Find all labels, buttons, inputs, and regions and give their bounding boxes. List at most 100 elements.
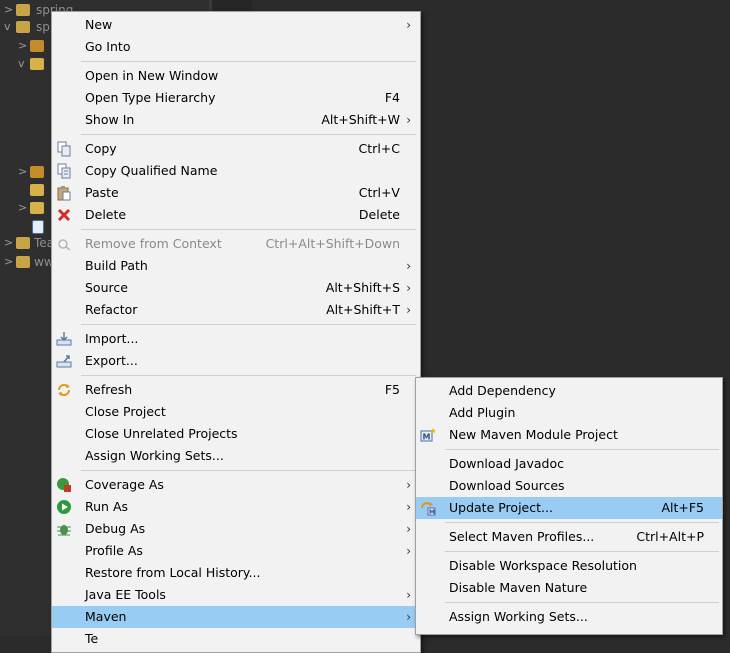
menu-item-maven[interactable]: Maven › (52, 606, 420, 628)
menu-item-assign-working-sets[interactable]: Assign Working Sets... (52, 445, 420, 467)
folder-icon (30, 184, 44, 196)
context-menu: New › Go Into Open in New Window Open Ty… (51, 11, 421, 653)
svg-text:M: M (423, 433, 431, 442)
refresh-icon (56, 382, 72, 398)
menu-separator (445, 449, 719, 450)
tree-item-child[interactable]: v (16, 55, 46, 73)
shortcut-label: Ctrl+Alt+Shift+Down (265, 236, 400, 251)
shortcut-label: Delete (358, 207, 400, 222)
chevron-right-icon: › (406, 544, 411, 558)
menu-item-close-unrelated-projects[interactable]: Close Unrelated Projects (52, 423, 420, 445)
menu-item-label: Restore from Local History... (85, 565, 261, 580)
chevron-right-icon: › (406, 303, 411, 317)
menu-item-label: Go Into (85, 39, 131, 54)
menu-item-download-javadoc[interactable]: Download Javadoc (416, 453, 722, 475)
menu-item-assign-working-sets[interactable]: Assign Working Sets... (416, 606, 722, 628)
shortcut-label: Alt+Shift+T (326, 302, 400, 317)
project-icon (16, 4, 30, 16)
chevron-right-icon: › (406, 478, 411, 492)
menu-item-import[interactable]: Import... (52, 328, 420, 350)
menu-item-profile-as[interactable]: Profile As › (52, 540, 420, 562)
menu-item-export[interactable]: Export... (52, 350, 420, 372)
menu-item-label: Coverage As (85, 477, 164, 492)
shortcut-label: F4 (384, 90, 400, 105)
menu-item-source[interactable]: Source Alt+Shift+S › (52, 277, 420, 299)
menu-separator (445, 522, 719, 523)
menu-item-java-ee-tools[interactable]: Java EE Tools › (52, 584, 420, 606)
chevron-right-icon[interactable]: > (4, 1, 13, 19)
shortcut-label: Ctrl+C (358, 141, 400, 156)
update-project-icon: M (420, 500, 436, 516)
chevron-right-icon[interactable]: > (18, 37, 27, 55)
menu-item-download-sources[interactable]: Download Sources (416, 475, 722, 497)
menu-item-refactor[interactable]: Refactor Alt+Shift+T › (52, 299, 420, 321)
chevron-right-icon[interactable]: > (18, 199, 27, 217)
library-icon (30, 40, 44, 52)
menu-item-new-maven-module-project[interactable]: M New Maven Module Project (416, 424, 722, 446)
menu-item-label: New Maven Module Project (449, 427, 618, 442)
maven-file-icon (32, 220, 44, 234)
chevron-down-icon[interactable]: v (4, 18, 11, 36)
chevron-right-icon[interactable]: > (4, 234, 13, 252)
project-icon (16, 237, 30, 249)
menu-item-remove-from-context[interactable]: Remove from Context Ctrl+Alt+Shift+Down (52, 233, 420, 255)
tree-item-child[interactable]: > (16, 199, 46, 217)
menu-item-copy-qualified-name[interactable]: Copy Qualified Name (52, 160, 420, 182)
delete-icon (56, 207, 72, 223)
menu-item-add-dependency[interactable]: Add Dependency (416, 380, 722, 402)
menu-item-select-maven-profiles[interactable]: Select Maven Profiles... Ctrl+Alt+P (416, 526, 722, 548)
chevron-right-icon[interactable]: > (4, 253, 13, 271)
shortcut-label: Alt+Shift+S (325, 280, 400, 295)
menu-item-label: Profile As (85, 543, 143, 558)
menu-item-go-into[interactable]: Go Into (52, 36, 420, 58)
menu-item-label: Assign Working Sets... (449, 609, 588, 624)
library-icon (30, 166, 44, 178)
menu-item-open-in-new-window[interactable]: Open in New Window (52, 65, 420, 87)
menu-item-label: Paste (85, 185, 119, 200)
menu-item-close-project[interactable]: Close Project (52, 401, 420, 423)
menu-item-new[interactable]: New › (52, 14, 420, 36)
run-icon (56, 499, 72, 515)
menu-item-coverage-as[interactable]: Coverage As › (52, 474, 420, 496)
menu-separator (81, 375, 416, 376)
menu-item-label: Select Maven Profiles... (449, 529, 595, 544)
tree-item-child[interactable] (16, 217, 46, 235)
tree-item-child[interactable]: > (16, 163, 46, 181)
menu-item-restore-from-local-history[interactable]: Restore from Local History... (52, 562, 420, 584)
menu-item-open-type-hierarchy[interactable]: Open Type Hierarchy F4 (52, 87, 420, 109)
chevron-right-icon[interactable]: > (18, 163, 27, 181)
menu-item-show-in[interactable]: Show In Alt+Shift+W › (52, 109, 420, 131)
menu-item-label: Copy Qualified Name (85, 163, 218, 178)
menu-item-run-as[interactable]: Run As › (52, 496, 420, 518)
tree-item-child[interactable]: > (16, 37, 46, 55)
menu-item-label: Open in New Window (85, 68, 219, 83)
menu-item-label: Disable Workspace Resolution (449, 558, 637, 573)
menu-item-label: Disable Maven Nature (449, 580, 588, 595)
menu-separator (445, 551, 719, 552)
folder-icon (30, 58, 44, 70)
menu-item-debug-as[interactable]: Debug As › (52, 518, 420, 540)
copy-icon (56, 141, 72, 157)
menu-item-label: Assign Working Sets... (85, 448, 224, 463)
menu-item-label: Refresh (85, 382, 133, 397)
menu-item-paste[interactable]: Paste Ctrl+V (52, 182, 420, 204)
shortcut-label: F5 (384, 382, 400, 397)
menu-item-team[interactable]: Te (52, 628, 420, 650)
project-icon (16, 21, 30, 33)
chevron-down-icon[interactable]: v (18, 55, 25, 73)
chevron-right-icon: › (406, 500, 411, 514)
menu-item-update-project[interactable]: M Update Project... Alt+F5 (416, 497, 722, 519)
menu-item-refresh[interactable]: Refresh F5 (52, 379, 420, 401)
menu-item-label: Java EE Tools (85, 587, 166, 602)
menu-item-build-path[interactable]: Build Path › (52, 255, 420, 277)
menu-item-label: Download Sources (449, 478, 565, 493)
menu-item-label: Build Path (85, 258, 148, 273)
menu-item-delete[interactable]: Delete Delete (52, 204, 420, 226)
menu-item-disable-maven-nature[interactable]: Disable Maven Nature (416, 577, 722, 599)
menu-item-disable-workspace-resolution[interactable]: Disable Workspace Resolution (416, 555, 722, 577)
menu-item-copy[interactable]: Copy Ctrl+C (52, 138, 420, 160)
menu-item-add-plugin[interactable]: Add Plugin (416, 402, 722, 424)
tree-item-child[interactable] (16, 181, 46, 199)
menu-item-label: Close Project (85, 404, 166, 419)
menu-separator (81, 324, 416, 325)
